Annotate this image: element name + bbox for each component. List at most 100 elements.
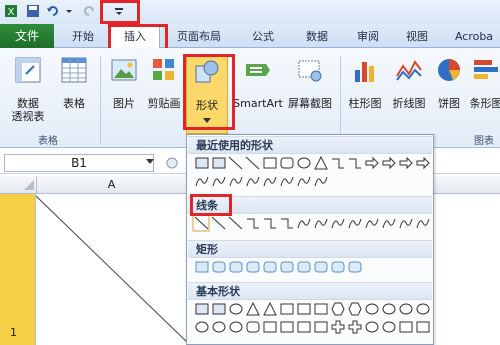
shape-option-rect-icon[interactable] [314,303,328,315]
shape-option-brace-icon[interactable] [280,176,294,187]
shape-option-oval-icon[interactable] [212,321,226,333]
name-box[interactable]: B1 [4,154,154,172]
shape-option-rect-icon[interactable] [314,321,328,333]
shape-option-roundrect-icon[interactable] [212,261,226,273]
shape-option-arc-icon[interactable] [246,176,260,187]
shape-option-roundrect-icon[interactable] [229,261,243,273]
shape-option-oval-icon[interactable] [416,303,430,315]
shape-option-elbow-icon[interactable] [247,218,259,229]
shape-gallery[interactable] [187,135,433,344]
shape-option-cloud-icon[interactable] [195,176,209,187]
tab-formulas[interactable]: 公式 [238,27,288,47]
line-chart-button[interactable]: 折线图 [388,56,430,110]
shape-option-rect-icon[interactable] [195,261,209,273]
undo-icon[interactable] [46,4,60,18]
shape-option-cloud-icon[interactable] [382,218,396,229]
shape-option-hex-icon[interactable] [331,302,345,316]
shape-option-line-icon[interactable] [228,156,243,170]
tab-page-layout[interactable]: 页面布局 [166,27,232,47]
shape-option-oval-icon[interactable] [365,321,379,333]
shape-option-rect-icon[interactable] [263,321,277,333]
tab-home[interactable]: 开始 [58,27,108,47]
shape-option-brace-icon[interactable] [297,176,311,187]
tab-acrobat[interactable]: Acroba [448,27,500,47]
shape-option-line-icon[interactable] [245,156,260,170]
shape-option-arrow-icon[interactable] [382,156,396,170]
shape-option-oval-icon[interactable] [382,303,396,315]
shape-option-rect-icon[interactable] [399,321,413,333]
shape-option-oval-icon[interactable] [195,321,209,333]
shape-option-rect-icon[interactable] [416,321,430,333]
shape-option-brace-icon[interactable] [314,176,328,187]
shape-option-roundrect-icon[interactable] [263,261,277,273]
shape-option-rect-icon[interactable] [263,157,277,169]
shape-option-rect-icon[interactable] [280,321,294,333]
shape-option-roundrect-icon[interactable] [348,261,362,273]
shape-option-curve-icon[interactable] [348,218,362,229]
shape-option-elbow-icon[interactable] [281,218,293,229]
save-icon[interactable] [26,4,40,18]
shape-option-oval-icon[interactable] [297,157,311,169]
shape-option-elbow-icon[interactable] [332,158,344,169]
shape-option-textbox-icon[interactable] [195,157,209,169]
shape-option-oval-icon[interactable] [229,303,243,315]
column-chart-button[interactable]: 柱形图 [344,56,386,110]
shape-option-tri-icon[interactable] [246,301,260,316]
shape-option-curve-icon[interactable] [212,176,226,187]
shape-option-elbow-icon[interactable] [349,158,361,169]
shape-option-curve-icon[interactable] [416,218,430,229]
tab-view[interactable]: 视图 [392,27,442,47]
shape-option-elbow-icon[interactable] [264,218,276,229]
shape-option-curve-icon[interactable] [399,218,413,229]
shape-option-roundrect-icon[interactable] [314,261,328,273]
clipart-button[interactable]: 剪贴画 [144,56,184,110]
shape-option-line-icon[interactable] [211,216,226,230]
shape-option-line-icon[interactable] [228,216,243,230]
pivot-table-button[interactable]: 数据 透视表 [6,56,50,123]
shape-option-cross-icon[interactable] [331,320,345,334]
picture-button[interactable]: 图片 [104,56,144,110]
shape-option-arc-icon[interactable] [229,176,243,187]
shape-option-arrow-icon[interactable] [399,156,413,170]
table-button[interactable]: 表格 [54,56,94,110]
shape-option-arrow-icon[interactable] [365,156,379,170]
shape-option-rect-icon[interactable] [297,303,311,315]
shape-option-curve-icon[interactable] [297,218,311,229]
shape-option-rect-icon[interactable] [280,303,294,315]
shape-option-roundrect-icon[interactable] [280,157,294,169]
row-header-1[interactable]: 1 [10,326,17,339]
shape-option-tri-icon[interactable] [263,301,277,316]
shape-option-oval-icon[interactable] [365,303,379,315]
shape-option-arrow-icon[interactable] [416,156,430,170]
shape-option-rect-icon[interactable] [297,321,311,333]
screenshot-button[interactable]: 屏幕截图 [284,56,336,110]
smartart-button[interactable]: SmartArt [232,56,284,110]
column-header-a[interactable]: A [36,176,186,194]
bar-chart-button[interactable]: 条形图 [466,56,500,110]
tab-data[interactable]: 数据 [292,27,342,47]
pie-chart-button[interactable]: 饼图 [432,56,466,110]
shape-option-hex-icon[interactable] [348,302,362,316]
name-box-dropdown-icon[interactable] [146,159,154,165]
shape-option-roundrect-icon[interactable] [297,261,311,273]
shape-option-textbox-icon[interactable] [212,157,226,169]
undo-dropdown-icon[interactable] [62,4,76,18]
tab-review[interactable]: 审阅 [346,27,390,47]
shape-option-arc-icon[interactable] [365,218,379,229]
shape-option-tri-icon[interactable] [314,155,328,170]
shape-option-cross-icon[interactable] [348,320,362,334]
shape-option-curve-icon[interactable] [331,218,345,229]
shape-option-roundrect-icon[interactable] [280,261,294,273]
shape-option-oval-icon[interactable] [399,303,413,315]
shape-option-textbox-icon[interactable] [195,303,209,315]
shape-option-line-icon[interactable] [194,216,209,230]
select-all-corner-icon[interactable] [24,180,34,190]
shape-option-roundrect-icon[interactable] [246,261,260,273]
shape-option-textbox-icon[interactable] [212,303,226,315]
tab-file[interactable]: 文件 [0,24,54,48]
redo-icon[interactable] [82,4,96,18]
shape-option-roundrect-icon[interactable] [331,261,345,273]
shape-option-oval-icon[interactable] [382,321,396,333]
shape-option-curve-icon[interactable] [314,218,328,229]
shape-option-brace-icon[interactable] [263,176,277,187]
